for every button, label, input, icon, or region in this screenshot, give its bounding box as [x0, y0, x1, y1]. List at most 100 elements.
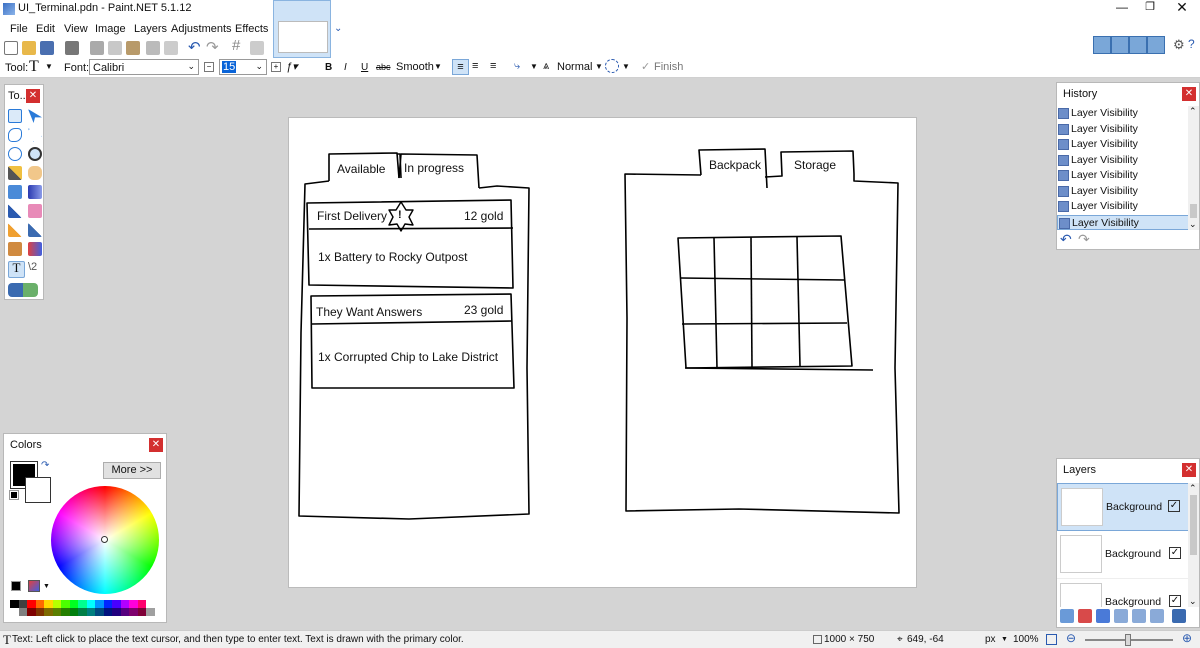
help-icon[interactable]: ? [1188, 37, 1195, 51]
redo-icon[interactable]: ↷ [206, 38, 219, 56]
zoom-fit-icon[interactable] [1046, 634, 1057, 645]
chevron-down-icon[interactable]: ⌄ [1189, 219, 1197, 230]
history-scrollbar[interactable]: ⌃ ⌄ [1188, 106, 1199, 230]
color-picker-icon[interactable] [28, 223, 42, 237]
chevron-down-icon[interactable]: ▼ [1001, 631, 1008, 648]
history-item[interactable]: Layer Visibility [1057, 106, 1189, 122]
deselect-icon[interactable] [164, 41, 178, 55]
zoom-in-icon[interactable]: ⊕ [1182, 630, 1192, 647]
open-icon[interactable] [22, 41, 36, 55]
chevron-down-icon[interactable]: ▼ [622, 62, 630, 71]
history-item[interactable]: Layer Visibility [1057, 137, 1189, 153]
scroll-thumb[interactable] [1190, 204, 1197, 218]
text-icon[interactable]: T [8, 261, 25, 278]
strikethrough-button[interactable]: abc [376, 62, 391, 72]
undo-icon[interactable]: ↶ [188, 38, 201, 56]
font-fx-icon[interactable]: ƒ▾ [286, 60, 298, 73]
menu-edit[interactable]: Edit [36, 23, 55, 35]
lasso-select-icon[interactable] [8, 128, 22, 142]
chevron-down-icon[interactable]: ▼ [434, 62, 442, 71]
color-palette[interactable] [10, 600, 162, 616]
finish-button[interactable]: Finish [654, 61, 683, 73]
align-right-icon[interactable]: ≡ [490, 60, 496, 72]
units-select[interactable]: px [985, 631, 996, 648]
history-item[interactable]: Layer Visibility [1057, 153, 1189, 169]
menu-effects[interactable]: Effects [235, 23, 268, 35]
crop-icon[interactable] [146, 41, 160, 55]
close-window-button[interactable]: ✕ [1172, 0, 1192, 16]
zoom-level[interactable]: 100% [1013, 631, 1039, 648]
zoom-icon[interactable] [28, 147, 42, 161]
chevron-down-icon[interactable]: ▼ [595, 62, 603, 71]
chevron-up-icon[interactable]: ⌃ [1189, 106, 1197, 117]
duplicate-layer-icon[interactable] [1096, 609, 1110, 623]
blend-mode-select[interactable]: Normal [557, 61, 592, 73]
gradient-icon[interactable] [28, 185, 42, 199]
close-icon[interactable]: ✕ [1182, 87, 1196, 101]
history-item-selected[interactable]: Layer Visibility [1057, 214, 1189, 230]
underline-button[interactable]: U [361, 62, 368, 73]
text-tool-icon[interactable]: T [29, 58, 39, 76]
menu-view[interactable]: View [64, 23, 88, 35]
antialias-select[interactable]: Smooth [396, 61, 434, 73]
image-tab-thumbnail[interactable] [273, 0, 331, 58]
move-selection-icon[interactable] [28, 128, 42, 142]
settings-gear-icon[interactable]: ⚙ [1173, 37, 1185, 53]
paint-bucket-icon[interactable] [8, 185, 22, 199]
layer-item-selected[interactable]: Background ✓ [1057, 483, 1189, 531]
history-item[interactable]: Layer Visibility [1057, 184, 1189, 200]
history-toggle-icon[interactable] [1111, 36, 1129, 54]
save-icon[interactable] [40, 41, 54, 55]
pencil-icon[interactable] [8, 223, 22, 237]
minimize-button[interactable]: — [1112, 0, 1132, 14]
eraser-icon[interactable] [28, 204, 42, 218]
chevron-down-icon[interactable]: ⌄ [334, 23, 342, 34]
layers-toggle-icon[interactable] [1129, 36, 1147, 54]
chevron-down-icon[interactable]: ▼ [530, 62, 538, 71]
selection-mode-icon[interactable] [605, 59, 619, 73]
reset-colors-icon[interactable] [9, 490, 19, 500]
font-size-increase-icon[interactable]: + [271, 62, 281, 72]
shapes-icon[interactable] [8, 283, 38, 297]
layer-visibility-checkbox[interactable]: ✓ [1169, 595, 1181, 607]
menu-image[interactable]: Image [95, 23, 126, 35]
align-left-icon[interactable]: ≡ [452, 59, 469, 75]
move-selected-icon[interactable] [28, 109, 42, 123]
scroll-thumb[interactable] [1190, 495, 1197, 555]
history-item[interactable]: Layer Visibility [1057, 122, 1189, 138]
zoom-out-icon[interactable]: ⊖ [1066, 630, 1076, 647]
new-icon[interactable] [4, 41, 18, 55]
layer-item[interactable]: Background ✓ [1057, 531, 1189, 579]
redo-icon[interactable]: ↷ [1078, 231, 1090, 248]
secondary-color-swatch[interactable] [25, 477, 51, 503]
font-select[interactable]: Calibri ⌄ [89, 59, 199, 75]
layer-properties-icon[interactable] [1172, 609, 1186, 623]
cut-icon[interactable] [90, 41, 104, 55]
palette-icon[interactable] [11, 581, 21, 591]
paste-icon[interactable] [126, 41, 140, 55]
font-size-decrease-icon[interactable]: − [204, 62, 214, 72]
palette-menu-icon[interactable] [28, 580, 40, 592]
swap-colors-icon[interactable]: ↷ [41, 460, 49, 471]
menu-layers[interactable]: Layers [134, 23, 167, 35]
chevron-down-icon[interactable]: ▼ [43, 583, 50, 590]
close-icon[interactable]: ✕ [149, 438, 163, 452]
delete-layer-icon[interactable] [1078, 609, 1092, 623]
color-wheel[interactable] [51, 486, 159, 594]
close-icon[interactable]: ✕ [26, 89, 40, 103]
tool-dropdown-icon[interactable]: ▼ [45, 62, 53, 71]
magic-wand-icon[interactable] [8, 166, 22, 180]
line-curve-icon[interactable]: \2 [28, 261, 42, 275]
layer-item[interactable]: Background ✓ [1057, 579, 1189, 607]
menu-file[interactable]: File [10, 23, 28, 35]
close-icon[interactable]: ✕ [1182, 463, 1196, 477]
rectangle-select-icon[interactable] [8, 109, 22, 123]
merge-layer-icon[interactable] [1114, 609, 1128, 623]
recolor-icon[interactable] [28, 242, 42, 256]
zoom-slider-thumb[interactable] [1125, 634, 1131, 646]
drawing-canvas[interactable]: Available In progress First Delivery ! 1… [288, 117, 917, 588]
ruler-icon[interactable] [250, 41, 264, 55]
ellipse-select-icon[interactable] [8, 147, 22, 161]
layers-scrollbar[interactable]: ⌃ ⌄ [1188, 483, 1199, 607]
clone-stamp-icon[interactable] [8, 242, 22, 256]
